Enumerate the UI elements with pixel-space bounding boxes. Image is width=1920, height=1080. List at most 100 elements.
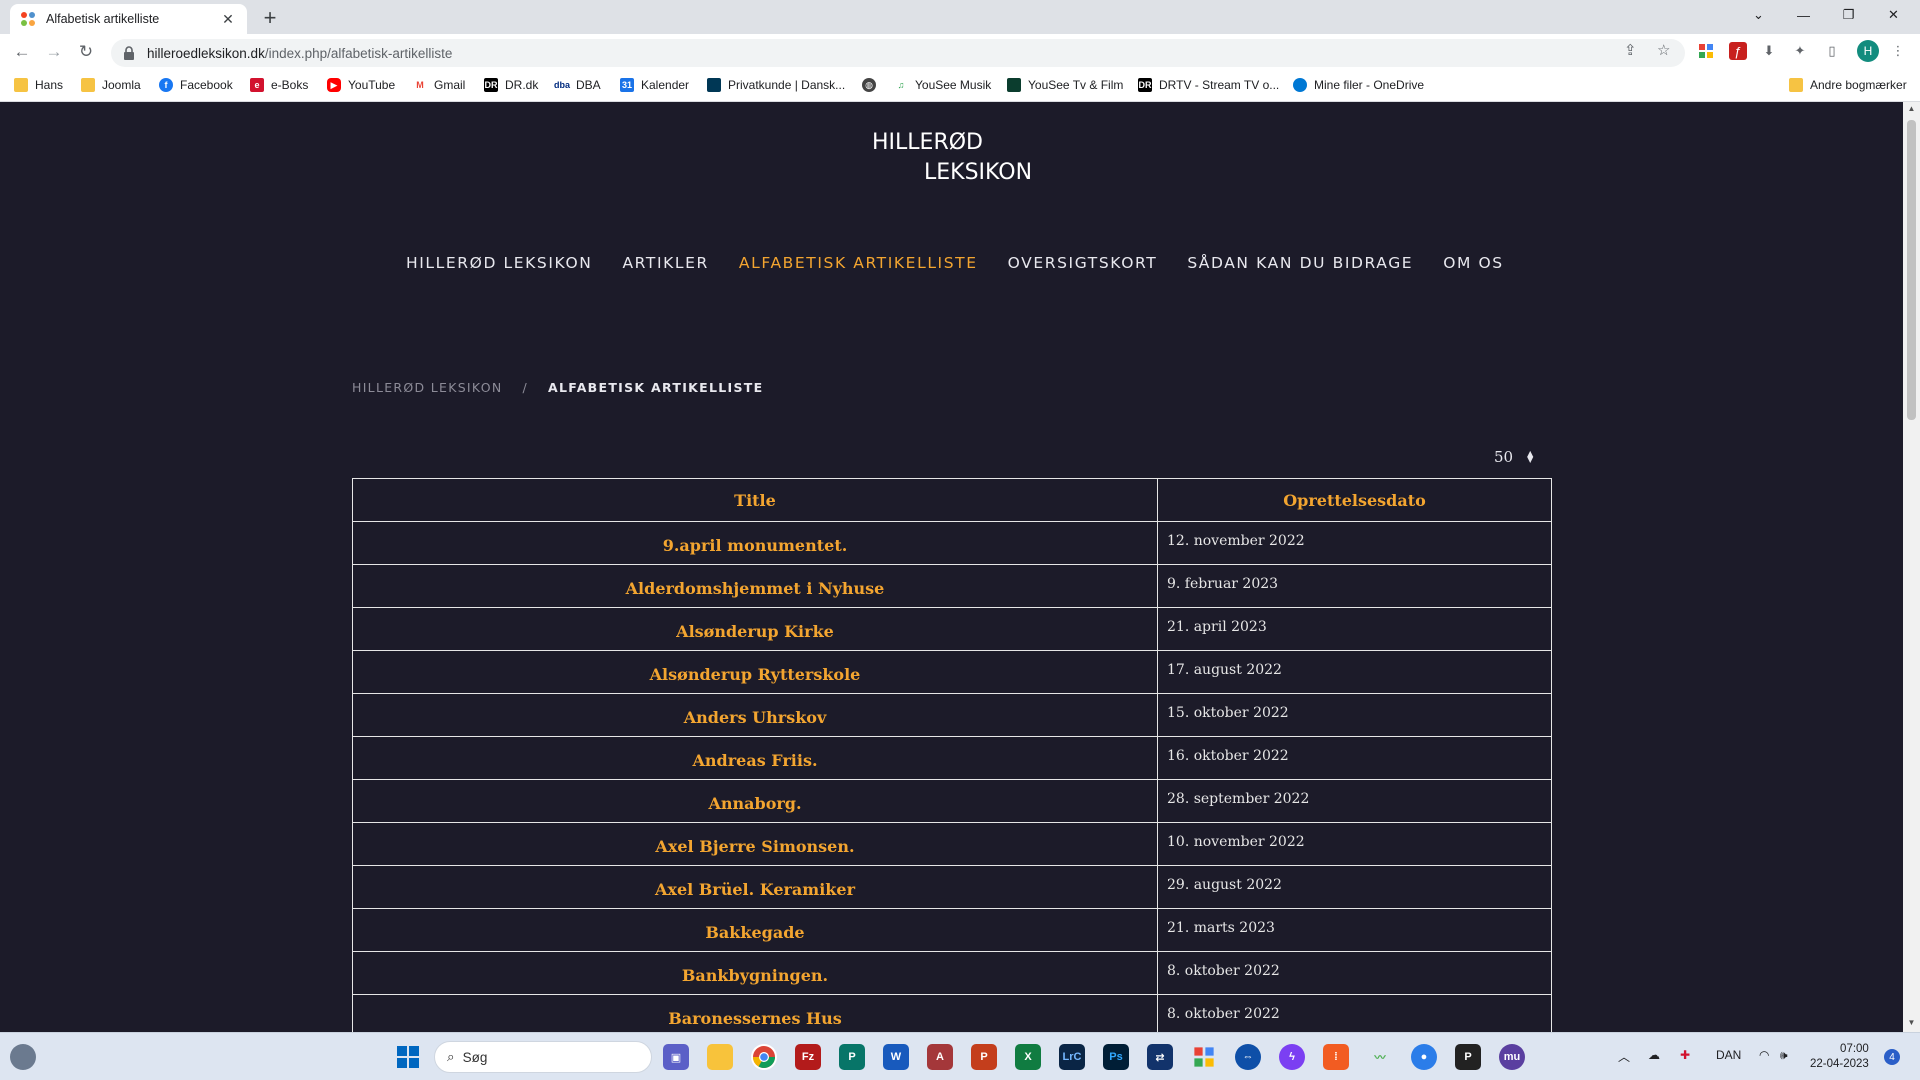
word-icon[interactable]: W (883, 1044, 909, 1070)
minimize-icon[interactable]: — (1781, 0, 1826, 30)
restore-icon[interactable]: ❐ (1826, 0, 1871, 30)
scroll-down-icon[interactable]: ▼ (1903, 1018, 1920, 1032)
article-title-link[interactable]: Axel Brüel. Keramiker (352, 865, 1158, 909)
language-indicator[interactable]: DAN (1716, 1048, 1741, 1062)
bookmark-item[interactable]: e e-Boks (250, 78, 308, 92)
tray-app-icon[interactable]: ✚ (1680, 1048, 1690, 1062)
browser-tab[interactable]: Alfabetisk artikelliste ✕ (10, 4, 247, 34)
profile-avatar[interactable]: H (1857, 40, 1879, 62)
address-bar[interactable]: hilleroedleksikon.dk/index.php/alfabetis… (111, 39, 1685, 67)
onedrive-tray-icon[interactable]: ☁ (1648, 1048, 1660, 1062)
bookmark-item[interactable]: ▶ YouTube (327, 78, 395, 92)
article-created-date: 21. april 2023 (1157, 607, 1552, 651)
article-title-link[interactable]: Andreas Friis. (352, 736, 1158, 780)
side-panel-icon[interactable]: ▯ (1823, 42, 1841, 60)
new-tab-icon[interactable]: + (260, 5, 280, 31)
extension-colorful-icon[interactable] (1697, 42, 1715, 60)
bookmark-item[interactable]: ◍ (862, 78, 883, 92)
mu-app-icon[interactable]: mu (1499, 1044, 1525, 1070)
lightroom-icon[interactable]: LrC (1059, 1044, 1085, 1070)
messenger-icon[interactable]: ϟ (1279, 1044, 1305, 1070)
teams-chat-icon[interactable]: ▣ (663, 1044, 689, 1070)
article-created-date: 17. august 2022 (1157, 650, 1552, 694)
wifi-icon[interactable]: ◠ (1759, 1048, 1769, 1062)
scrollbar-thumb[interactable] (1907, 120, 1916, 420)
reload-icon[interactable]: ↻ (75, 41, 97, 63)
filezilla-icon[interactable]: Fz (795, 1044, 821, 1070)
file-explorer-icon[interactable] (707, 1044, 733, 1070)
print-app-icon[interactable]: P (1455, 1044, 1481, 1070)
acrobat-extension-icon[interactable]: ƒ (1729, 42, 1747, 60)
volume-icon[interactable]: 🕪 (1780, 1048, 1788, 1063)
nav-item-oversigtskort[interactable]: OVERSIGTSKORT (1008, 254, 1158, 272)
notification-badge[interactable]: 4 (1884, 1049, 1900, 1065)
nav-item-saadan-kan-du-bidrage[interactable]: SÅDAN KAN DU BIDRAGE (1187, 254, 1413, 272)
article-title-link[interactable]: 9.april monumentet. (352, 521, 1158, 565)
share-icon[interactable]: ⇪ (1624, 41, 1637, 59)
article-title-link[interactable]: Anders Uhrskov (352, 693, 1158, 737)
chrome-icon[interactable] (751, 1044, 777, 1070)
bookmark-item[interactable]: Hans (14, 78, 63, 92)
menu-kebab-icon[interactable]: ⋮ (1889, 42, 1907, 60)
article-title-link[interactable]: Alderdomshjemmet i Nyhuse (352, 564, 1158, 608)
table-row: Axel Brüel. Keramiker 29. august 2022 (352, 865, 1552, 909)
taskbar-search[interactable]: ⌕ Søg (434, 1041, 652, 1073)
download-icon[interactable]: ⬇ (1760, 42, 1778, 60)
bookmark-star-icon[interactable]: ☆ (1657, 41, 1670, 59)
firefox-icon[interactable]: ● (1411, 1044, 1437, 1070)
forward-icon[interactable]: → (43, 41, 65, 63)
bookmark-item[interactable]: Privatkunde | Dansk... (707, 78, 845, 92)
nav-item-hillerod-leksikon[interactable]: HILLERØD LEKSIKON (406, 254, 592, 272)
bookmark-item[interactable]: YouSee Tv & Film (1007, 78, 1123, 92)
bookmark-item[interactable]: Joomla (81, 78, 141, 92)
tab-close-icon[interactable]: ✕ (219, 11, 237, 28)
article-title-link[interactable]: Bakkegade (352, 908, 1158, 952)
article-title-link[interactable]: Alsønderup Kirke (352, 607, 1158, 651)
bookmark-item[interactable]: dba DBA (554, 78, 601, 92)
weather-widget-icon[interactable] (10, 1044, 36, 1070)
bookmark-item[interactable]: M Gmail (413, 78, 465, 92)
nav-item-om-os[interactable]: OM OS (1443, 254, 1504, 272)
site-logo[interactable]: HILLERØD LEKSIKON (872, 128, 1032, 188)
article-title-link[interactable]: Annaborg. (352, 779, 1158, 823)
bookmark-item[interactable]: DR DR.dk (484, 78, 538, 92)
page-scrollbar[interactable]: ▲ ▼ (1903, 102, 1920, 1032)
powerpoint-icon[interactable]: P (971, 1044, 997, 1070)
column-header-title[interactable]: Title (352, 478, 1158, 522)
teamviewer-icon[interactable]: ⇔ (1235, 1044, 1261, 1070)
publisher-icon[interactable]: P (839, 1044, 865, 1070)
bookmarks-bar: Hans Joomla f Facebook e e-Boks ▶ YouTube M… (0, 70, 1920, 102)
window-close-icon[interactable]: ✕ (1871, 0, 1916, 30)
bookmark-item[interactable]: ♫ YouSee Musik (894, 78, 991, 92)
article-title-link[interactable]: Alsønderup Rytterskole (352, 650, 1158, 694)
extensions-puzzle-icon[interactable]: ✦ (1791, 42, 1809, 60)
excel-icon[interactable]: X (1015, 1044, 1041, 1070)
bookmark-item[interactable]: f Facebook (159, 78, 233, 92)
bank-icon (707, 78, 721, 92)
article-title-link[interactable]: Bankbygningen. (352, 951, 1158, 995)
transfer-app-icon[interactable]: ⇄ (1147, 1044, 1173, 1070)
photoshop-icon[interactable]: Ps (1103, 1044, 1129, 1070)
article-title-link[interactable]: Axel Bjerre Simonsen. (352, 822, 1158, 866)
start-icon[interactable] (395, 1044, 421, 1070)
system-clock[interactable]: 07:00 22-04-2023 (1810, 1042, 1869, 1072)
scroll-up-icon[interactable]: ▲ (1903, 104, 1920, 118)
nav-item-artikler[interactable]: ARTIKLER (622, 254, 708, 272)
other-bookmarks[interactable]: Andre bogmærker (1789, 78, 1907, 92)
office-app-icon[interactable]: ⁞ (1323, 1044, 1349, 1070)
list-limit-select[interactable]: 50 ▲ ▼ (1494, 448, 1533, 466)
nav-item-alfabetisk-artikelliste[interactable]: ALFABETISK ARTIKELLISTE (739, 254, 978, 272)
bookmark-item[interactable]: DR DRTV - Stream TV o... (1138, 78, 1279, 92)
article-title-link[interactable]: Baronessernes Hus (352, 994, 1158, 1032)
back-icon[interactable]: ← (11, 41, 33, 63)
bookmark-item[interactable]: Mine filer - OneDrive (1293, 78, 1424, 92)
tray-chevron-icon[interactable]: ︿ (1618, 1048, 1630, 1065)
bookmark-item[interactable]: 31 Kalender (620, 78, 689, 92)
lock-icon[interactable] (123, 46, 137, 60)
breadcrumb-home[interactable]: HILLERØD LEKSIKON (352, 380, 503, 395)
access-icon[interactable]: A (927, 1044, 953, 1070)
column-header-date[interactable]: Oprettelsesdato (1157, 478, 1552, 522)
chart-app-icon[interactable]: 〰 (1367, 1044, 1393, 1070)
colorful-app-icon[interactable] (1191, 1044, 1217, 1070)
tab-search-icon[interactable]: ⌄ (1736, 0, 1781, 30)
